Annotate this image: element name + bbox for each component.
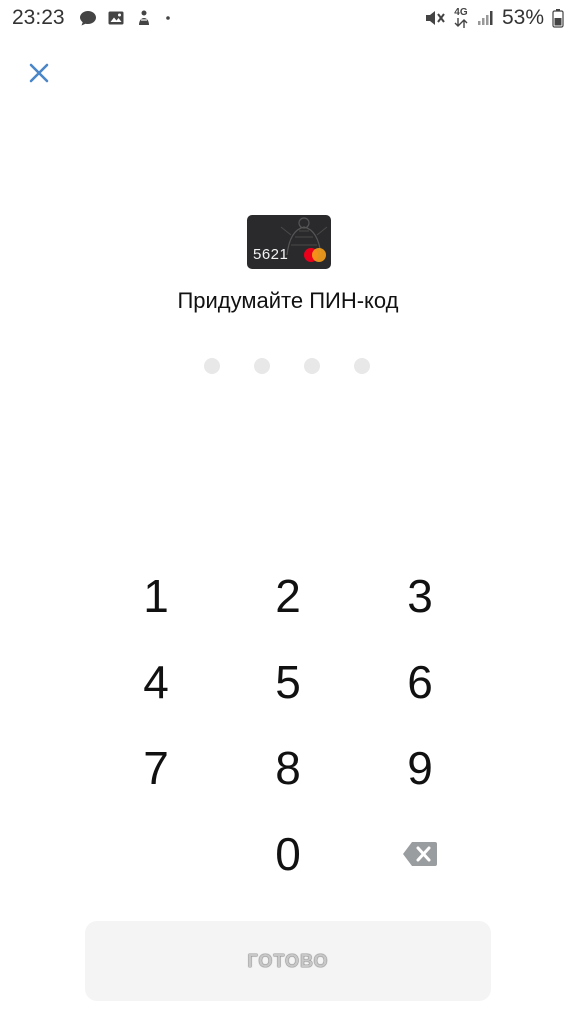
pin-dot	[354, 358, 370, 374]
battery-icon	[552, 8, 564, 28]
key-4[interactable]: 4	[90, 639, 222, 725]
mute-icon	[424, 8, 446, 28]
page-title: Придумайте ПИН-код	[177, 288, 399, 313]
status-left: 23:23	[12, 6, 173, 30]
key-8[interactable]: 8	[222, 725, 354, 811]
pin-dot	[204, 358, 220, 374]
status-right: 4G 53%	[424, 6, 564, 30]
network-label: 4G	[454, 7, 468, 18]
key-9[interactable]: 9	[354, 725, 486, 811]
status-bar: 23:23 4G 53%	[0, 0, 576, 36]
status-time: 23:23	[12, 6, 65, 29]
dot-icon	[163, 9, 173, 27]
key-3[interactable]: 3	[354, 553, 486, 639]
bank-card: 5621	[247, 215, 331, 269]
battery-percent: 53%	[501, 6, 544, 29]
pin-dot	[254, 358, 270, 374]
signal-icon	[476, 9, 494, 27]
key-7[interactable]: 7	[90, 725, 222, 811]
key-2[interactable]: 2	[222, 553, 354, 639]
backspace-button[interactable]	[354, 811, 486, 897]
done-button[interactable]: ГОТОВО	[85, 921, 491, 1001]
message-icon	[79, 9, 97, 27]
close-button[interactable]	[22, 56, 56, 90]
app-icon	[135, 9, 153, 27]
close-icon	[29, 63, 49, 83]
pin-dot	[304, 358, 320, 374]
key-5[interactable]: 5	[222, 639, 354, 725]
key-1[interactable]: 1	[90, 553, 222, 639]
gallery-icon	[107, 9, 125, 27]
card-number: 5621	[253, 246, 289, 263]
data-arrows-icon: 4G	[454, 8, 468, 28]
keypad: 1 2 3 4 5 6 7 8 9 0	[90, 553, 486, 897]
pin-indicator	[204, 358, 370, 374]
key-0[interactable]: 0	[222, 811, 354, 897]
key-empty	[90, 811, 222, 897]
key-6[interactable]: 6	[354, 639, 486, 725]
mastercard-icon	[304, 248, 326, 262]
backspace-icon	[403, 842, 437, 866]
